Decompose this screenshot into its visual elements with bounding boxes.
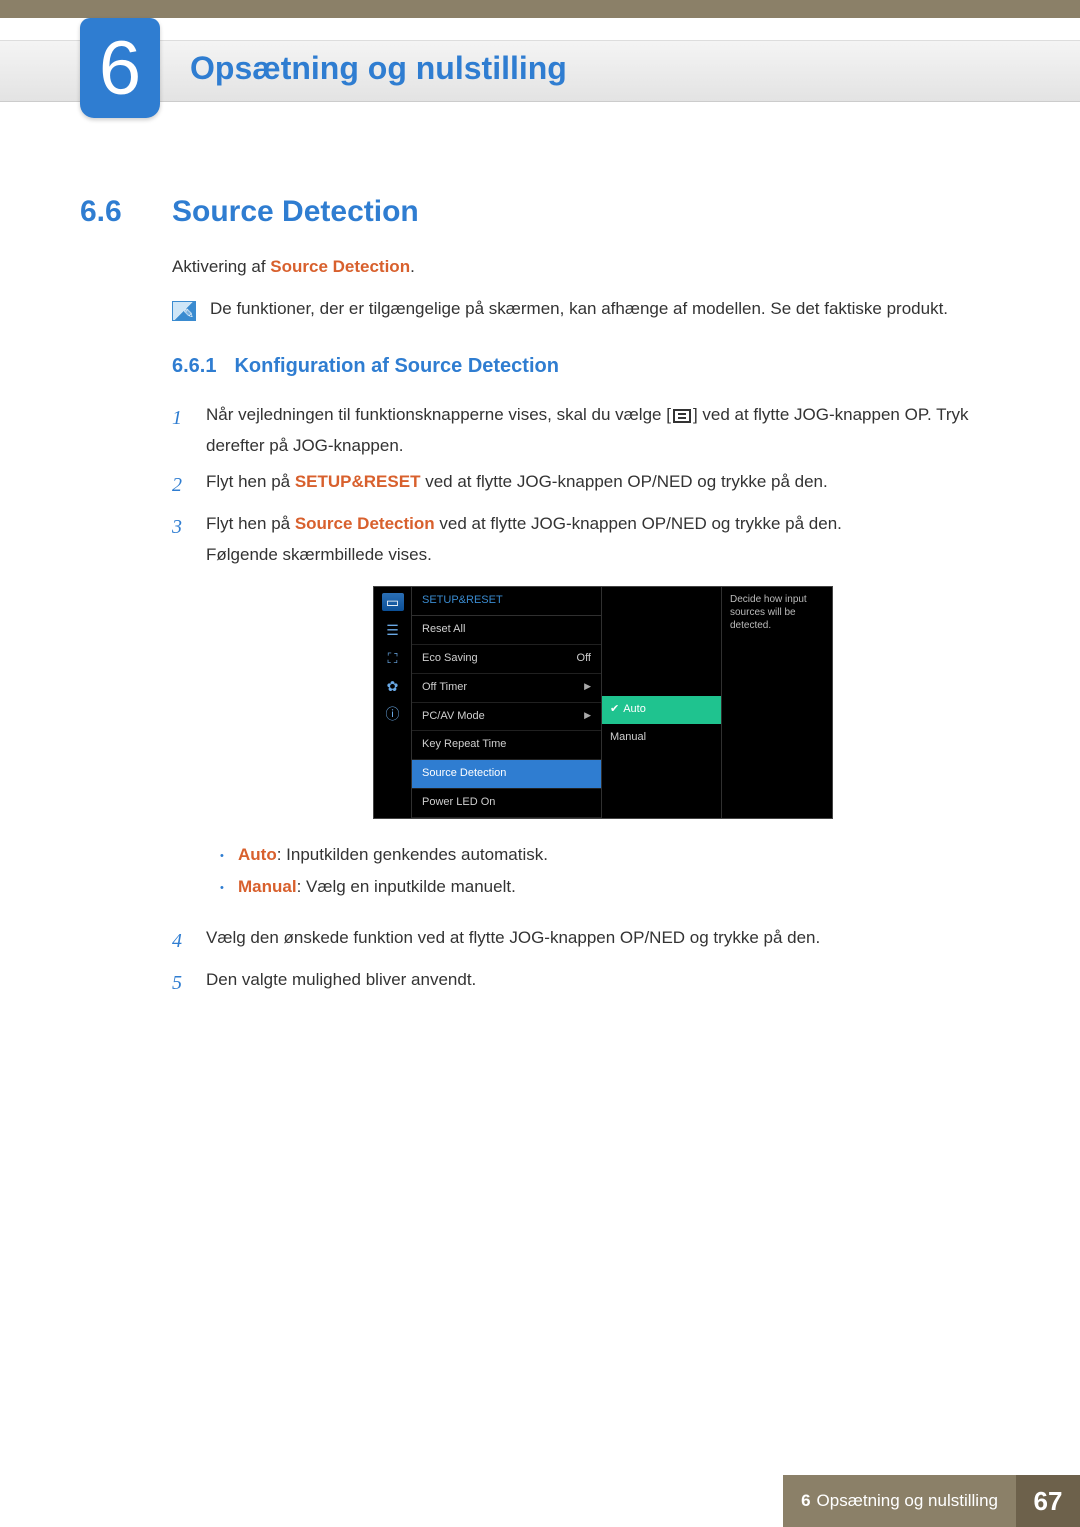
osd-menu: SETUP&RESET Reset All Eco SavingOff Off … [412,587,602,817]
note-icon [172,301,196,321]
osd-item-power-led: Power LED On [412,789,601,818]
chevron-right-icon: ▶ [584,678,591,698]
osd-item-source-detection: Source Detection [412,760,601,789]
bullet-manual: Manual: Vælg en inputkilde manuelt. [220,871,1000,903]
step-2-kw: SETUP&RESET [295,472,421,491]
chapter-number-badge: 6 [80,18,160,118]
check-icon: ✔ [610,700,619,720]
bullet-auto-kw: Auto [238,845,277,864]
intro-text: Aktivering af Source Detection. [172,257,1000,277]
bullet-auto: Auto: Inputkilden genkendes automatisk. [220,839,1000,871]
osd-option-manual: Manual [602,724,721,752]
step-body: Flyt hen på Source Detection ved at flyt… [206,509,1000,917]
osd-option-auto: ✔Auto [602,696,721,724]
section-title: Source Detection [172,195,419,229]
osd-item-eco: Eco SavingOff [412,645,601,674]
footer-chapter-prefix: 6 [801,1491,810,1511]
step-5: 5 Den valgte mulighed bliver anvendt. [172,965,1000,1001]
section-body: Aktivering af Source Detection. De funkt… [172,257,1000,1001]
step-body: Flyt hen på SETUP&RESET ved at flytte JO… [206,467,1000,503]
menu-icon [673,409,691,423]
footer-chapter-title: Opsætning og nulstilling [817,1491,998,1511]
step-3: 3 Flyt hen på Source Detection ved at fl… [172,509,1000,917]
osd-main: SETUP&RESET Reset All Eco SavingOff Off … [412,587,832,817]
info-icon: ⓘ [382,705,404,723]
section-heading: 6.6 Source Detection [80,195,1000,229]
step-2: 2 Flyt hen på SETUP&RESET ved at flytte … [172,467,1000,503]
monitor-icon: ▭ [382,593,404,611]
osd-item-off-timer: Off Timer▶ [412,674,601,703]
step-2-pre: Flyt hen på [206,472,295,491]
step-number: 5 [172,965,190,1001]
option-bullets: Auto: Inputkilden genkendes automatisk. … [220,839,1000,904]
step-body: Vælg den ønskede funktion ved at flytte … [206,923,1000,959]
osd-sidebar-icons: ▭ ☰ ⛶ ✿ ⓘ [374,587,412,817]
footer-label: 6 Opsætning og nulstilling [783,1475,1016,1527]
gear-icon: ✿ [382,677,404,695]
osd-item-pcav: PC/AV Mode▶ [412,703,601,732]
step-number: 3 [172,509,190,917]
osd-description: Decide how input sources will be detecte… [722,587,832,817]
footer-page-number: 67 [1016,1475,1080,1527]
step-3-pre: Flyt hen på [206,514,295,533]
step-list: 1 Når vejledningen til funktionsknappern… [172,400,1000,1001]
note-row: De funktioner, der er tilgængelige på sk… [172,299,1000,321]
step-1: 1 Når vejledningen til funktionsknappern… [172,400,1000,461]
intro-suffix: . [410,257,415,276]
bullet-manual-kw: Manual [238,877,297,896]
bullet-manual-text: : Vælg en inputkilde manuelt. [297,877,516,896]
subsection-heading: 6.6.1 Konfiguration af Source Detection [172,355,1000,378]
subsection-number: 6.6.1 [172,355,216,378]
subsection-title: Konfiguration af Source Detection [234,355,558,378]
step-1-pre: Når vejledningen til funktionsknapperne … [206,405,671,424]
resize-icon: ⛶ [382,649,404,667]
step-number: 2 [172,467,190,503]
chevron-right-icon: ▶ [584,707,591,727]
intro-keyword: Source Detection [270,257,410,276]
chapter-title: Opsætning og nulstilling [190,50,567,87]
osd-item-reset: Reset All [412,616,601,645]
osd-submenu: ✔Auto Manual [602,587,722,817]
osd-eco-value: Off [577,649,591,669]
bullet-auto-text: : Inputkilden genkendes automatisk. [277,845,548,864]
intro-prefix: Aktivering af [172,257,270,276]
step-3-extra: Følgende skærmbillede vises. [206,545,432,564]
osd-header: SETUP&RESET [412,587,601,616]
step-body: Når vejledningen til funktionsknapperne … [206,400,1000,461]
section-number: 6.6 [80,195,150,229]
step-4: 4 Vælg den ønskede funktion ved at flytt… [172,923,1000,959]
step-body: Den valgte mulighed bliver anvendt. [206,965,1000,1001]
page-content: 6.6 Source Detection Aktivering af Sourc… [80,195,1000,1007]
page-footer: 6 Opsætning og nulstilling 67 [0,1475,1080,1527]
step-number: 4 [172,923,190,959]
top-accent-bar [0,0,1080,18]
list-icon: ☰ [382,621,404,639]
step-3-kw: Source Detection [295,514,435,533]
step-2-post: ved at flytte JOG-knappen OP/NED og tryk… [420,472,827,491]
step-3-post: ved at flytte JOG-knappen OP/NED og tryk… [435,514,842,533]
step-number: 1 [172,400,190,461]
chapter-number: 6 [99,25,141,112]
osd-item-key-repeat: Key Repeat Time [412,731,601,760]
osd-screenshot: ▭ ☰ ⛶ ✿ ⓘ SETUP&RESET Reset All Eco [206,586,1000,818]
osd-panel: ▭ ☰ ⛶ ✿ ⓘ SETUP&RESET Reset All Eco [373,586,833,818]
note-text: De funktioner, der er tilgængelige på sk… [210,299,948,319]
